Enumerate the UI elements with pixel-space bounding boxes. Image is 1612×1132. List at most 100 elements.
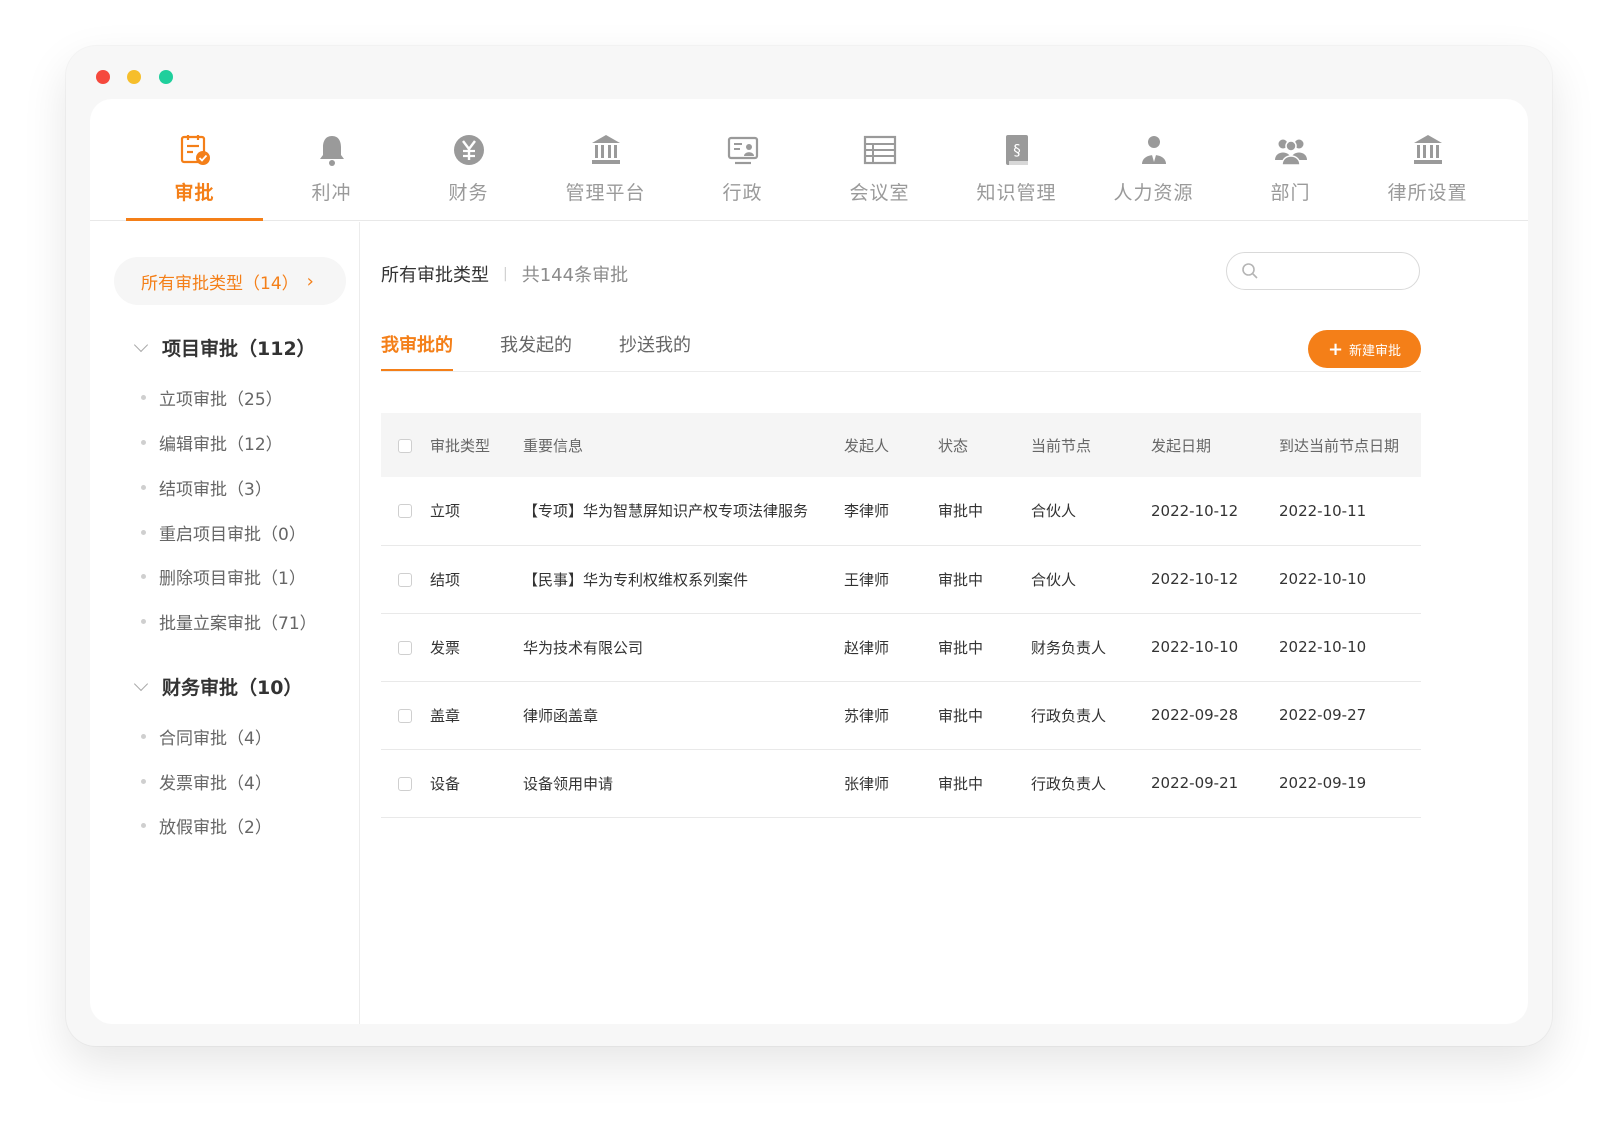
sidebar-item-label: 立项审批（25） bbox=[159, 390, 283, 410]
table-header-row: 审批类型 重要信息 发起人 状态 当前节点 发起日期 到达当前节点日期 bbox=[381, 413, 1421, 477]
all-approval-types-button[interactable]: 所有审批类型（14） › bbox=[114, 257, 346, 305]
plus-icon: + bbox=[1327, 338, 1344, 360]
sidebar-item-leave[interactable]: 放假审批（2） bbox=[141, 813, 272, 838]
cell-type: 盖章 bbox=[430, 706, 461, 725]
window-close-button[interactable] bbox=[96, 70, 110, 84]
sidebar-item-close-project[interactable]: 结项审批（3） bbox=[141, 475, 272, 500]
bullet-icon bbox=[141, 530, 146, 535]
search-box[interactable] bbox=[1226, 252, 1420, 290]
sidebar-item-invoice[interactable]: 发票审批（4） bbox=[141, 769, 272, 794]
bullet-icon bbox=[141, 779, 146, 784]
group-title: 财务审批（10） bbox=[162, 677, 303, 699]
breadcrumb: 所有审批类型 | 共144条审批 bbox=[381, 261, 628, 287]
nav-item-conflict[interactable]: 利冲 bbox=[263, 99, 400, 221]
select-all-checkbox[interactable] bbox=[398, 438, 412, 453]
nav-item-firm-settings[interactable]: 律所设置 bbox=[1359, 99, 1496, 221]
sidebar-item-batch[interactable]: 批量立案审批（71） bbox=[141, 609, 317, 634]
column-header: 发起日期 bbox=[1151, 436, 1212, 455]
nav-item-hr[interactable]: 人力资源 bbox=[1085, 99, 1222, 221]
cell-info: 设备领用申请 bbox=[523, 774, 614, 793]
cell-info: 【专项】华为智慧屏知识产权专项法律服务 bbox=[523, 502, 809, 521]
cell-status: 审批中 bbox=[938, 502, 984, 521]
nav-label: 知识管理 bbox=[976, 182, 1057, 204]
cell-start-date: 2022-09-28 bbox=[1151, 706, 1239, 724]
nav-label: 律所设置 bbox=[1387, 182, 1468, 204]
column-header: 重要信息 bbox=[523, 436, 584, 455]
nav-item-approval[interactable]: 审批 bbox=[126, 99, 263, 221]
column-header: 当前节点 bbox=[1031, 436, 1092, 455]
row-checkbox[interactable] bbox=[398, 708, 412, 723]
nav-item-knowledge[interactable]: § 知识管理 bbox=[948, 99, 1085, 221]
svg-text:§: § bbox=[1013, 141, 1021, 159]
sidebar-item-restart[interactable]: 重启项目审批（0） bbox=[141, 520, 306, 545]
row-checkbox[interactable] bbox=[398, 504, 412, 519]
sidebar-item-edit[interactable]: 编辑审批（12） bbox=[141, 430, 283, 455]
cell-node: 财务负责人 bbox=[1031, 638, 1107, 657]
tab-cc-to-me[interactable]: 抄送我的 bbox=[619, 317, 691, 371]
app-content: 审批 利冲 财务 管理平台 行政 会议室 § 知识管理 人力资源 部门 律所设置… bbox=[90, 99, 1528, 1024]
chevron-right-icon: › bbox=[306, 270, 314, 292]
sidebar-item-label: 合同审批（4） bbox=[159, 729, 272, 749]
nav-item-meeting-room[interactable]: 会议室 bbox=[811, 99, 948, 221]
sidebar: 所有审批类型（14） › 项目审批（112） 立项审批（25） 编辑审批（12）… bbox=[90, 222, 360, 1024]
cell-status: 审批中 bbox=[938, 638, 984, 657]
approval-count: 共144条审批 bbox=[521, 265, 629, 286]
group-title: 项目审批（112） bbox=[162, 338, 316, 360]
new-approval-button[interactable]: + 新建审批 bbox=[1308, 330, 1421, 368]
chevron-down-icon bbox=[133, 676, 149, 691]
sidebar-item-establish[interactable]: 立项审批（25） bbox=[141, 385, 283, 410]
sidebar-group-finance[interactable]: 财务审批（10） bbox=[133, 673, 303, 700]
window-zoom-button[interactable] bbox=[159, 70, 173, 84]
nav-label: 财务 bbox=[448, 182, 489, 204]
bullet-icon bbox=[141, 395, 146, 400]
cell-initiator: 赵律师 bbox=[844, 638, 890, 657]
bullet-icon bbox=[141, 440, 146, 445]
window-minimize-button[interactable] bbox=[127, 70, 141, 84]
tab-my-approvals[interactable]: 我审批的 bbox=[381, 317, 453, 371]
nav-label: 利冲 bbox=[311, 182, 352, 204]
nav-label: 审批 bbox=[174, 182, 215, 204]
cell-type: 设备 bbox=[430, 774, 461, 793]
row-checkbox[interactable] bbox=[398, 572, 412, 587]
page-title: 所有审批类型 bbox=[381, 265, 489, 286]
table-row[interactable]: 结项 【民事】华为专利权维权系列案件 王律师 审批中 合伙人 2022-10-1… bbox=[381, 545, 1421, 613]
row-checkbox[interactable] bbox=[398, 776, 412, 791]
cell-info: 华为技术有限公司 bbox=[523, 638, 644, 657]
bell-icon bbox=[319, 136, 344, 166]
nav-item-management[interactable]: 管理平台 bbox=[537, 99, 674, 221]
column-header: 到达当前节点日期 bbox=[1279, 436, 1400, 455]
table-row[interactable]: 设备 设备领用申请 张律师 审批中 行政负责人 2022-09-21 2022-… bbox=[381, 749, 1421, 817]
table-row[interactable]: 立项 【专项】华为智慧屏知识产权专项法律服务 李律师 审批中 合伙人 2022-… bbox=[381, 477, 1421, 545]
cell-node-date: 2022-10-10 bbox=[1279, 638, 1367, 656]
tab-initiated-by-me[interactable]: 我发起的 bbox=[500, 317, 572, 371]
cell-start-date: 2022-10-12 bbox=[1151, 570, 1239, 588]
sidebar-item-delete[interactable]: 删除项目审批（1） bbox=[141, 564, 306, 589]
table-row[interactable]: 盖章 律师函盖章 苏律师 审批中 行政负责人 2022-09-28 2022-0… bbox=[381, 681, 1421, 749]
bullet-icon bbox=[141, 734, 146, 739]
sidebar-item-contract[interactable]: 合同审批（4） bbox=[141, 724, 272, 749]
law-book-icon: § bbox=[1005, 135, 1028, 165]
row-checkbox[interactable] bbox=[398, 640, 412, 655]
nav-label: 人力资源 bbox=[1113, 182, 1194, 204]
column-header: 发起人 bbox=[844, 436, 890, 455]
tab-bar: 我审批的 我发起的 抄送我的 bbox=[381, 317, 1421, 372]
search-input[interactable] bbox=[1267, 263, 1407, 279]
nav-item-department[interactable]: 部门 bbox=[1222, 99, 1359, 221]
sidebar-group-project[interactable]: 项目审批（112） bbox=[133, 334, 316, 361]
nav-item-admin[interactable]: 行政 bbox=[674, 99, 811, 221]
search-icon bbox=[1242, 263, 1258, 279]
table-row[interactable]: 发票 华为技术有限公司 赵律师 审批中 财务负责人 2022-10-10 202… bbox=[381, 613, 1421, 681]
all-approval-types-label: 所有审批类型（14） bbox=[141, 273, 299, 294]
nav-item-finance[interactable]: 财务 bbox=[400, 99, 537, 221]
cell-node: 合伙人 bbox=[1031, 502, 1077, 521]
sidebar-item-label: 批量立案审批（71） bbox=[159, 614, 317, 634]
group-icon bbox=[1274, 139, 1307, 166]
cell-type: 发票 bbox=[430, 638, 461, 657]
bullet-icon bbox=[141, 574, 146, 579]
chevron-down-icon bbox=[133, 337, 149, 352]
cell-status: 审批中 bbox=[938, 570, 984, 589]
cell-info: 律师函盖章 bbox=[523, 706, 599, 725]
sidebar-item-label: 发票审批（4） bbox=[159, 774, 272, 794]
column-header: 状态 bbox=[938, 436, 969, 455]
bullet-icon bbox=[141, 485, 146, 490]
